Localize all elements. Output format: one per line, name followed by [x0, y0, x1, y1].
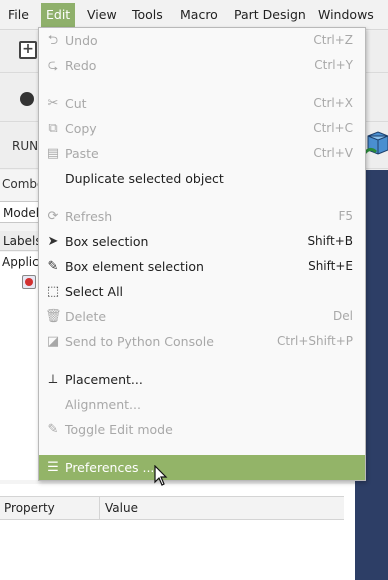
menu-item-select-all[interactable]: ⬚ Select All — [39, 279, 365, 304]
record-macro-icon[interactable] — [20, 92, 34, 106]
menu-item-alignment[interactable]: Alignment... — [39, 392, 365, 417]
menu-item-label: Alignment... — [65, 397, 141, 412]
menu-item-box-selection[interactable]: ➤ Box selection Shift+B — [39, 229, 365, 254]
menu-item-copy[interactable]: ⧉ Copy Ctrl+C — [39, 116, 365, 141]
menu-item-preferences[interactable]: ☰ Preferences ... — [39, 455, 365, 480]
menu-item-shortcut: Ctrl+Z — [313, 33, 353, 47]
menu-item-shortcut: Ctrl+Shift+P — [277, 334, 353, 348]
menu-item-label: Delete — [65, 309, 107, 324]
tree-labels-header: Labels — [0, 231, 42, 251]
edit-pencil-icon: ✎ — [47, 422, 59, 437]
refresh-icon: ⟳ — [47, 209, 59, 224]
menu-item-shortcut: Ctrl+C — [313, 121, 353, 135]
menu-file[interactable]: File — [3, 3, 34, 27]
cut-icon: ✂ — [47, 96, 59, 111]
edit-menu-dropdown: ⮌ Undo Ctrl+Z ⮎ Redo Ctrl+Y ✂ Cut Ctrl+X… — [38, 27, 366, 481]
document-icon[interactable] — [22, 275, 36, 289]
menu-item-label: Refresh — [65, 209, 113, 224]
menu-item-label: Copy — [65, 121, 97, 136]
menu-item-label: Placement... — [65, 372, 143, 387]
menu-item-label: Preferences ... — [65, 460, 155, 475]
tab-model[interactable]: Model — [0, 201, 40, 223]
menu-macro[interactable]: Macro — [175, 3, 223, 27]
run-button[interactable]: RUN — [12, 139, 38, 153]
menu-item-label: Toggle Edit mode — [65, 422, 173, 437]
menu-item-redo[interactable]: ⮎ Redo Ctrl+Y — [39, 53, 365, 78]
menu-item-label: Box element selection — [65, 259, 204, 274]
menu-item-label: Box selection — [65, 234, 149, 249]
menu-item-label: Paste — [65, 146, 99, 161]
undo-icon: ⮌ — [47, 33, 59, 48]
property-column-header[interactable]: Property — [0, 497, 100, 519]
menu-item-label: Select All — [65, 284, 124, 299]
menu-item-cut[interactable]: ✂ Cut Ctrl+X — [39, 91, 365, 116]
menu-windows[interactable]: Windows — [313, 3, 379, 27]
menu-item-refresh[interactable]: ⟳ Refresh F5 — [39, 204, 365, 229]
menu-tools[interactable]: Tools — [127, 3, 168, 27]
menu-item-shortcut: Del — [333, 309, 353, 323]
copy-icon: ⧉ — [48, 121, 58, 136]
menu-item-shortcut: Ctrl+Y — [314, 58, 353, 72]
menu-bar: File Edit View Tools Macro Part Design W… — [0, 0, 388, 30]
preferences-icon: ☰ — [47, 460, 59, 475]
redo-icon: ⮎ — [47, 58, 59, 73]
menu-edit[interactable]: Edit — [41, 3, 76, 27]
menu-item-undo[interactable]: ⮌ Undo Ctrl+Z — [39, 28, 365, 53]
menu-item-paste[interactable]: ▤ Paste Ctrl+V — [39, 141, 365, 166]
menu-item-duplicate[interactable]: Duplicate selected object — [39, 166, 365, 191]
menu-item-shortcut: Shift+B — [307, 234, 353, 248]
menu-item-delete[interactable]: 🗑 Delete Del — [39, 304, 365, 329]
axes-icon: ⟂ — [48, 372, 58, 387]
menu-item-label: Duplicate selected object — [65, 171, 224, 186]
menu-item-label: Redo — [65, 58, 97, 73]
menu-item-box-element-selection[interactable]: ✎ Box element selection Shift+E — [39, 254, 365, 279]
menu-item-shortcut: Shift+E — [308, 259, 353, 273]
value-column-header[interactable]: Value — [101, 497, 138, 519]
menu-item-shortcut: F5 — [338, 209, 353, 223]
python-icon: ◪ — [46, 334, 60, 349]
menu-item-label: Send to Python Console — [65, 334, 214, 349]
property-header: Property Value — [0, 496, 344, 520]
pencil-icon: ✎ — [47, 259, 59, 274]
menu-item-shortcut: Ctrl+V — [313, 146, 353, 160]
select-all-icon: ⬚ — [46, 284, 60, 299]
menu-item-placement[interactable]: ⟂ Placement... — [39, 367, 365, 392]
menu-item-send-to-python[interactable]: ◪ Send to Python Console Ctrl+Shift+P — [39, 329, 365, 354]
new-document-icon[interactable]: + — [19, 41, 37, 59]
menu-item-shortcut: Ctrl+X — [313, 96, 353, 110]
pointer-icon: ➤ — [47, 234, 59, 249]
trash-icon: 🗑 — [45, 309, 62, 324]
menu-view[interactable]: View — [82, 3, 122, 27]
menu-item-label: Cut — [65, 96, 87, 111]
menu-item-toggle-edit-mode[interactable]: ✎ Toggle Edit mode — [39, 417, 365, 442]
menu-item-label: Undo — [65, 33, 98, 48]
mouse-cursor-icon — [154, 465, 168, 486]
paste-icon: ▤ — [46, 146, 60, 161]
menu-part-design[interactable]: Part Design — [229, 3, 311, 27]
